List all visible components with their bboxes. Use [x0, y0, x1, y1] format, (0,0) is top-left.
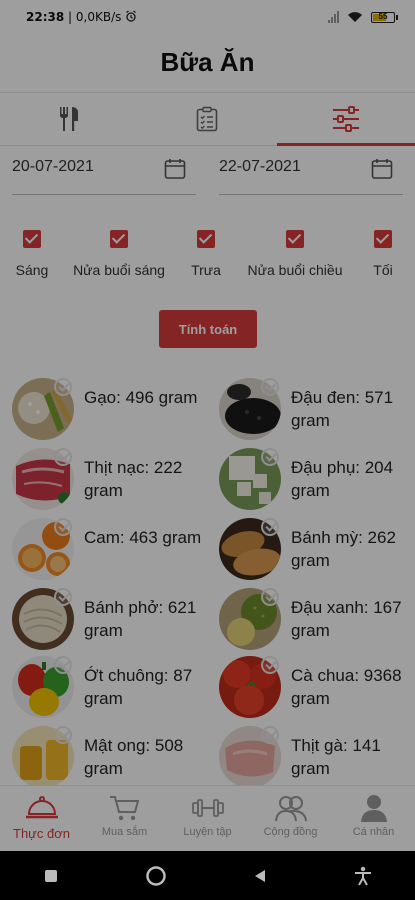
food-name: Đậu phụ: 204 gram [291, 458, 394, 500]
checkbox[interactable] [374, 230, 392, 248]
selected-check-icon[interactable] [261, 448, 279, 466]
nav-label: Luyện tập [183, 826, 232, 838]
selected-check-icon[interactable] [54, 588, 72, 606]
page-title: Bữa Ăn [160, 47, 255, 77]
meal-checkbox-mid-afternoon[interactable]: Nửa buổi chiều [243, 230, 347, 278]
food-name: Bánh mỳ: 262 gram [291, 528, 396, 570]
meal-checkbox-mid-morning[interactable]: Nửa buổi sáng [70, 230, 168, 278]
tab-settings[interactable] [276, 93, 415, 146]
accessibility-icon[interactable] [354, 866, 372, 886]
battery-level: 55 [378, 11, 388, 21]
food-name: Cam: 463 gram [84, 528, 202, 547]
selected-check-icon[interactable] [261, 726, 279, 744]
calendar-icon[interactable] [371, 158, 393, 180]
bottom-navigation: Thực đơn Mua sắm Luyện tập Cộng đồng Cá … [0, 785, 415, 852]
food-name: Cà chua: 9368 gram [291, 666, 402, 708]
tab-list[interactable] [138, 93, 276, 145]
food-name: Thịt gà: 141 gram [291, 736, 381, 778]
selected-check-icon[interactable] [261, 656, 279, 674]
meal-label: Tối [373, 262, 393, 278]
checkbox[interactable] [197, 230, 215, 248]
food-item-tofu[interactable]: Đậu phụ: 204 gram [219, 448, 415, 516]
alarm-icon [126, 10, 137, 22]
system-navigation-bar [0, 851, 415, 900]
tab-bar [0, 92, 415, 146]
nav-community[interactable]: Cộng đồng [249, 786, 332, 852]
selected-check-icon[interactable] [54, 518, 72, 536]
nav-label: Cộng đồng [263, 826, 318, 838]
food-item-mung-beans[interactable]: Đậu xanh: 167 gram [219, 588, 415, 656]
cellular-signal-icon [328, 11, 339, 23]
selected-check-icon[interactable] [54, 378, 72, 396]
food-item-black-beans[interactable]: Đậu đen: 571 gram [219, 378, 415, 446]
end-date-field[interactable]: 22-07-2021 [219, 146, 403, 195]
nav-label: Mua sắm [101, 826, 148, 838]
selected-check-icon[interactable] [261, 588, 279, 606]
nav-shopping[interactable]: Mua sắm [83, 786, 166, 852]
selected-check-icon[interactable] [54, 656, 72, 674]
status-time: 22:38 [26, 10, 65, 24]
meal-label: Nửa buổi chiều [247, 262, 343, 278]
meal-label: Sáng [15, 262, 49, 278]
start-date-value: 20-07-2021 [12, 158, 94, 175]
calendar-icon[interactable] [164, 158, 186, 180]
meal-checkbox-dinner[interactable]: Tối [365, 230, 401, 278]
community-icon [274, 796, 307, 822]
food-item-bell-pepper[interactable]: Ớt chuông: 87 gram [12, 656, 208, 724]
app-screen: 22:38 | 0,0KB/s 55 Bữa Ăn 20-07-2021 22-… [0, 0, 415, 900]
food-item-tomato[interactable]: Cà chua: 9368 gram [219, 656, 415, 724]
selected-check-icon[interactable] [54, 448, 72, 466]
food-item-lean-meat[interactable]: Thịt nạc: 222 gram [12, 448, 208, 516]
food-item-bread[interactable]: Bánh mỳ: 262 gram [219, 518, 415, 586]
selected-check-icon[interactable] [54, 726, 72, 744]
food-name: Đậu đen: 571 gram [291, 388, 394, 430]
checkbox[interactable] [110, 230, 128, 248]
food-name: Đậu xanh: 167 gram [291, 598, 402, 640]
person-icon [360, 795, 387, 822]
cloche-icon [25, 796, 58, 819]
checkbox[interactable] [286, 230, 304, 248]
start-date-field[interactable]: 20-07-2021 [12, 146, 196, 195]
end-date-value: 22-07-2021 [219, 158, 301, 175]
meal-label: Nửa buổi sáng [73, 262, 165, 278]
nav-workout[interactable]: Luyện tập [166, 786, 249, 852]
food-item-rice[interactable]: Gạo: 496 gram [12, 378, 208, 446]
status-network-speed: | 0,0KB/s [68, 10, 122, 24]
checkbox[interactable] [23, 230, 41, 248]
tab-menu[interactable] [0, 93, 138, 145]
wifi-icon [348, 12, 362, 22]
recent-apps-icon[interactable] [43, 868, 59, 884]
cart-icon [109, 796, 139, 821]
battery-icon: 55 [371, 11, 398, 23]
dumbbell-icon [191, 799, 224, 817]
nav-menu[interactable]: Thực đơn [0, 786, 83, 852]
nav-label: Cá nhân [352, 826, 395, 838]
food-name: Thịt nạc: 222 gram [84, 458, 183, 500]
fork-knife-icon [60, 107, 79, 131]
sliders-icon [332, 106, 359, 132]
calculate-button[interactable]: Tính toán [159, 310, 257, 348]
food-item-honey[interactable]: Mật ong: 508 gram [12, 726, 208, 794]
food-item-orange[interactable]: Cam: 463 gram [12, 518, 208, 586]
nav-profile[interactable]: Cá nhân [332, 786, 415, 852]
food-name: Ớt chuông: 87 gram [84, 666, 193, 708]
food-item-pho-noodles[interactable]: Bánh phở: 621 gram [12, 588, 208, 656]
back-icon[interactable] [252, 868, 268, 884]
status-bar: 22:38 | 0,0KB/s 55 [0, 0, 415, 34]
selected-check-icon[interactable] [261, 518, 279, 536]
clipboard-icon [197, 106, 218, 132]
meal-checkbox-lunch[interactable]: Trưa [186, 230, 226, 278]
meal-label: Trưa [191, 262, 221, 278]
food-name: Bánh phở: 621 gram [84, 598, 197, 640]
food-name: Mật ong: 508 gram [84, 736, 184, 778]
nav-label: Thực đơn [13, 826, 70, 841]
home-icon[interactable] [145, 865, 167, 887]
food-item-chicken[interactable]: Thịt gà: 141 gram [219, 726, 415, 794]
food-name: Gạo: 496 gram [84, 388, 198, 407]
meal-checkbox-breakfast[interactable]: Sáng [12, 230, 52, 278]
selected-check-icon[interactable] [261, 378, 279, 396]
